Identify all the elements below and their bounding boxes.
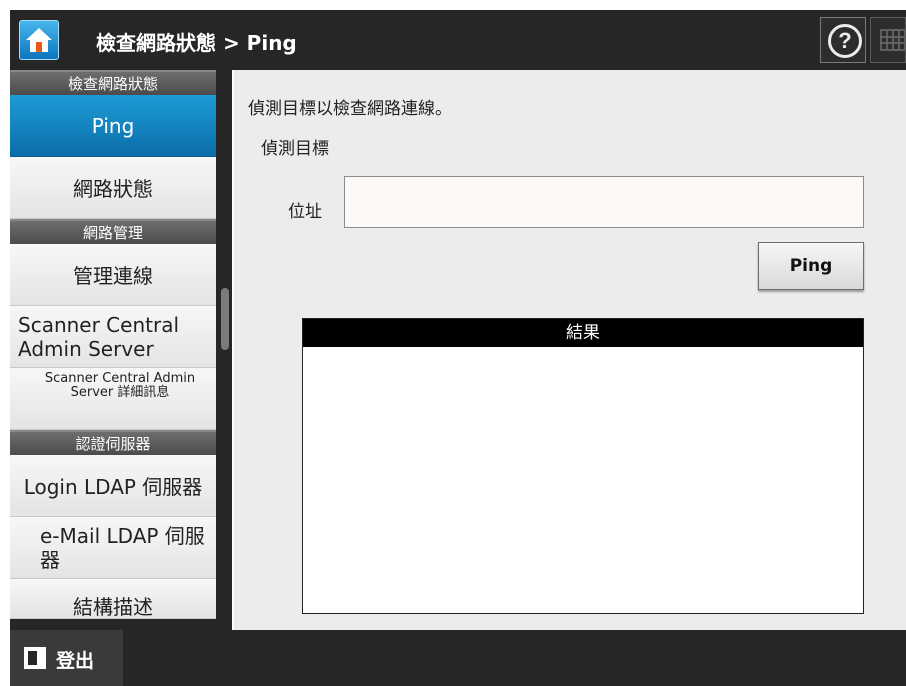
sidebar-scrollbar[interactable]	[216, 70, 232, 630]
sidebar-group-heading: 認證伺服器	[10, 430, 216, 455]
sidebar-item-network-status[interactable]: 網路狀態	[10, 157, 216, 219]
sidebar-group-heading: 檢查網路狀態	[10, 70, 216, 95]
logout-label: 登出	[56, 650, 95, 672]
help-button[interactable]: ?	[820, 17, 866, 63]
sidebar-scroll-thumb[interactable]	[221, 288, 229, 350]
logout-icon	[24, 647, 46, 669]
sidebar-item-ping[interactable]: Ping	[10, 95, 216, 157]
sidebar-item-manage-connection[interactable]: 管理連線	[10, 244, 216, 306]
sidebar-menu: 檢查網路狀態 Ping 網路狀態 網路管理 管理連線 Scanner Centr…	[10, 70, 232, 630]
result-panel: 結果	[302, 318, 864, 614]
page-description: 偵測目標以檢查網路連線。	[248, 99, 452, 119]
address-input[interactable]	[344, 176, 864, 228]
sidebar-group-heading: 網路管理	[10, 219, 216, 244]
target-section-label: 偵測目標	[261, 139, 329, 159]
help-icon: ?	[828, 24, 862, 58]
keyboard-button[interactable]	[870, 17, 906, 63]
page-title: 檢查網路狀態 > Ping	[96, 31, 297, 55]
keyboard-icon	[880, 29, 906, 51]
main-panel: 偵測目標以檢查網路連線。 偵測目標 位址 Ping 結果	[234, 70, 906, 630]
home-icon	[26, 28, 52, 52]
result-header: 結果	[303, 319, 863, 347]
sidebar-item-login-ldap-server[interactable]: Login LDAP 伺服器	[10, 455, 216, 517]
ping-button[interactable]: Ping	[758, 242, 864, 290]
address-label: 位址	[288, 202, 322, 222]
sidebar-item-scanner-central-admin-server[interactable]: Scanner Central Admin Server	[10, 306, 216, 368]
top-bar: 檢查網路狀態 > Ping ?	[10, 10, 906, 70]
bottom-bar: 登出	[10, 630, 906, 686]
logout-button[interactable]: 登出	[10, 630, 123, 686]
sidebar-item-schema[interactable]: 結構描述	[10, 579, 216, 619]
sidebar-item-email-ldap-server[interactable]: e-Mail LDAP 伺服器	[10, 517, 216, 579]
home-button[interactable]	[19, 20, 59, 60]
sidebar-item-scanner-central-admin-details[interactable]: Scanner Central Admin Server 詳細訊息	[10, 368, 216, 430]
result-output	[303, 347, 863, 359]
